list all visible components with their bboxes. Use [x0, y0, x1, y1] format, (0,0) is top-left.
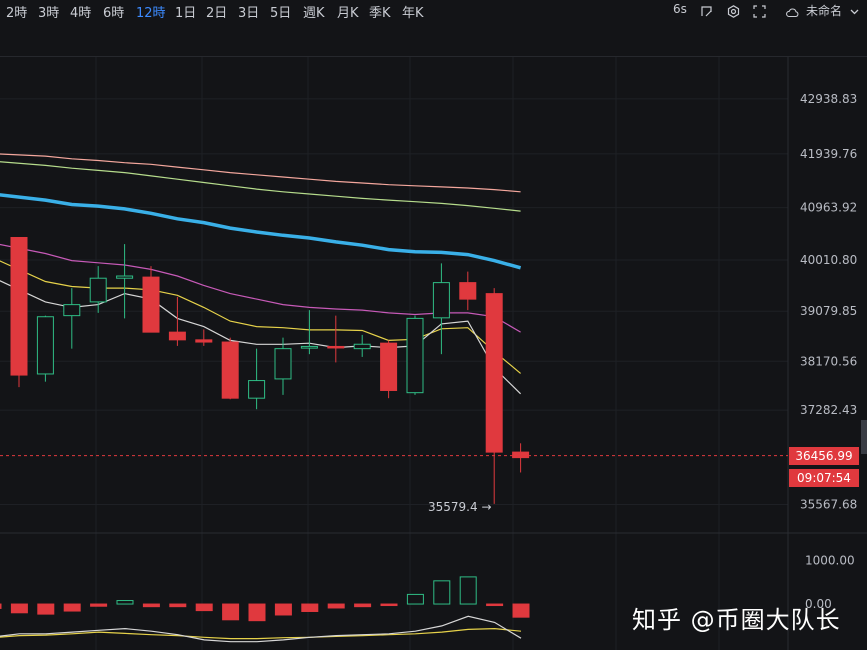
ma-line-2: [0, 193, 522, 270]
candle-body-5: [142, 276, 160, 333]
macd-bar-4: [90, 603, 108, 607]
candle-body-18: [485, 293, 503, 453]
candle-body-1: [36, 316, 54, 375]
macd-bar-17: [433, 580, 451, 605]
macd-bar-12: [301, 603, 319, 612]
ma-line-0: [0, 153, 521, 193]
macd-bar-19: [486, 603, 504, 607]
watermark: 知乎 @币圈大队长: [632, 606, 841, 634]
candle-body-16: [432, 282, 450, 319]
price-scale-handle[interactable]: [861, 420, 867, 454]
macd-bar-5: [116, 600, 134, 605]
macd-bar-8: [195, 603, 213, 612]
macd-bar-15: [380, 603, 398, 607]
candle-body-0: [10, 236, 28, 376]
candle-body-8: [221, 341, 239, 399]
candle-body-15: [406, 317, 424, 394]
candle-body-6: [168, 331, 186, 341]
candle-body-4: [116, 275, 134, 279]
y-tick-label-4: 39079.85: [800, 304, 857, 318]
macd-bar-11: [274, 603, 292, 616]
macd-bar-2: [37, 603, 55, 615]
candle-body-13: [353, 343, 371, 350]
last-price-tag: 36456.99: [789, 447, 859, 465]
macd-bar-16: [406, 593, 424, 605]
macd-bar-14: [354, 603, 372, 608]
macd-bar-1: [10, 603, 28, 614]
price-chart[interactable]: 42938.83 41939.76 40963.92 40010.80 39079.85…: [0, 0, 867, 650]
candle-body-10: [274, 348, 292, 380]
macd-bar-20: [512, 603, 530, 618]
y-tick-label-3: 40010.80: [800, 253, 857, 267]
macd-bar-3: [63, 603, 81, 612]
candle-body-3: [89, 277, 107, 303]
macd-bar-6: [142, 603, 160, 608]
candle-countdown-tag: 09:07:54: [789, 469, 859, 487]
candle-body-11: [300, 345, 318, 349]
sub-y-tick-label-0: 1000.00: [805, 553, 855, 567]
macd-bar-10: [248, 603, 266, 622]
candle-body-19: [512, 451, 530, 459]
macd-line-0: [0, 627, 522, 640]
candle-body-7: [195, 339, 213, 343]
y-tick-label-1: 41939.76: [800, 147, 857, 161]
low-price-label: 35579.4 →: [428, 500, 492, 514]
y-tick-label-6: 37282.43: [800, 403, 857, 417]
macd-bar-18: [459, 576, 477, 605]
macd-bar-13: [327, 603, 345, 609]
candle-body-9: [248, 380, 266, 399]
candle-body-2: [63, 304, 81, 317]
candle-body-14: [380, 342, 398, 391]
macd-bar-0: [0, 603, 2, 609]
y-tick-label-7: 35567.68: [800, 498, 857, 512]
macd-bar-9: [222, 603, 240, 621]
candle-body-12: [327, 345, 345, 349]
macd-bar-7: [169, 603, 187, 608]
y-tick-label-0: 42938.83: [800, 92, 857, 106]
y-tick-label-5: 38170.56: [800, 354, 857, 368]
y-tick-label-2: 40963.92: [800, 201, 857, 215]
candle-body-17: [459, 282, 477, 300]
